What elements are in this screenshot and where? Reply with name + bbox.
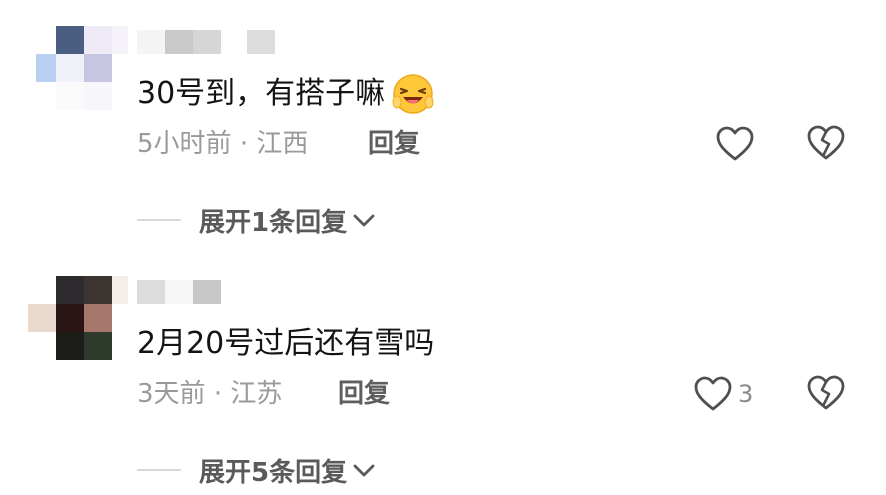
chevron-down-icon <box>353 214 375 227</box>
avatar-pixel <box>28 304 56 332</box>
username-pixel <box>247 30 275 54</box>
comment-text: 2月20号过后还有雪吗 <box>137 322 434 366</box>
avatar-pixel <box>56 332 84 360</box>
username-pixel <box>165 30 193 54</box>
comment-list: 30号到，有搭子嘛 5小时前 · 江西 回复 展开1条回复 2月20号过后还有雪… <box>0 0 886 495</box>
avatar-pixel <box>84 304 112 332</box>
meta-separator: · <box>239 129 249 159</box>
reply-button[interactable]: 回复 <box>338 376 390 412</box>
expand-replies-button[interactable]: 展开5条回复 <box>137 450 377 490</box>
comment-item: 30号到，有搭子嘛 5小时前 · 江西 回复 展开1条回复 <box>0 0 886 240</box>
avatar-pixel <box>112 26 128 54</box>
broken-heart-outline-icon <box>807 125 845 160</box>
comment-item: 2月20号过后还有雪吗 3天前 · 江苏 回复 3 展开5条回复 <box>0 250 886 490</box>
comment-text: 30号到，有搭子嘛 <box>137 72 435 116</box>
reply-button[interactable]: 回复 <box>368 126 420 162</box>
grinning-squinting-face-emoji <box>392 74 434 114</box>
username-pixel <box>137 30 165 54</box>
expand-replies-button[interactable]: 展开1条回复 <box>137 200 377 240</box>
comment-text-body: 2月20号过后还有雪吗 <box>137 326 435 361</box>
comment-meta: 5小时前 · 江西 <box>137 126 308 162</box>
avatar-pixel <box>56 276 84 304</box>
avatar-pixel <box>84 82 112 110</box>
username-pixel <box>193 280 221 304</box>
username-pixel <box>165 280 193 304</box>
avatar-pixel <box>56 26 84 54</box>
like-button[interactable]: 3 <box>694 374 753 414</box>
username-blurred[interactable] <box>137 280 277 304</box>
avatar[interactable] <box>28 276 128 368</box>
comment-meta: 3天前 · 江苏 <box>137 376 282 412</box>
comment-time: 3天前 <box>137 379 206 409</box>
chevron-down-icon <box>353 464 375 477</box>
expand-replies-label: 展开1条回复 <box>199 207 348 238</box>
avatar-pixel <box>84 276 112 304</box>
avatar-pixel <box>84 54 112 82</box>
avatar-pixel <box>84 332 112 360</box>
expand-replies-label: 展开5条回复 <box>199 457 348 488</box>
username-pixel <box>193 30 221 54</box>
avatar-pixel <box>84 26 112 54</box>
broken-heart-outline-icon <box>807 375 845 410</box>
comment-location: 江苏 <box>230 379 283 409</box>
dislike-button[interactable] <box>806 374 846 414</box>
avatar-pixel <box>56 54 84 82</box>
heart-outline-icon <box>694 376 732 411</box>
avatar-pixel <box>112 276 128 304</box>
username-blurred[interactable] <box>137 30 277 54</box>
heart-outline-icon <box>716 126 754 161</box>
divider-line <box>137 219 181 221</box>
like-button[interactable] <box>716 124 754 164</box>
avatar[interactable] <box>28 26 128 118</box>
avatar-pixel <box>36 54 56 82</box>
comment-time: 5小时前 <box>137 129 232 159</box>
divider-line <box>137 469 181 471</box>
dislike-button[interactable] <box>806 124 846 164</box>
meta-separator: · <box>213 379 223 409</box>
comment-text-body: 30号到，有搭子嘛 <box>137 76 386 111</box>
comment-location: 江西 <box>256 129 309 159</box>
like-count: 3 <box>738 380 754 408</box>
avatar-pixel <box>56 304 84 332</box>
username-pixel <box>137 280 165 304</box>
avatar-pixel <box>56 82 84 110</box>
